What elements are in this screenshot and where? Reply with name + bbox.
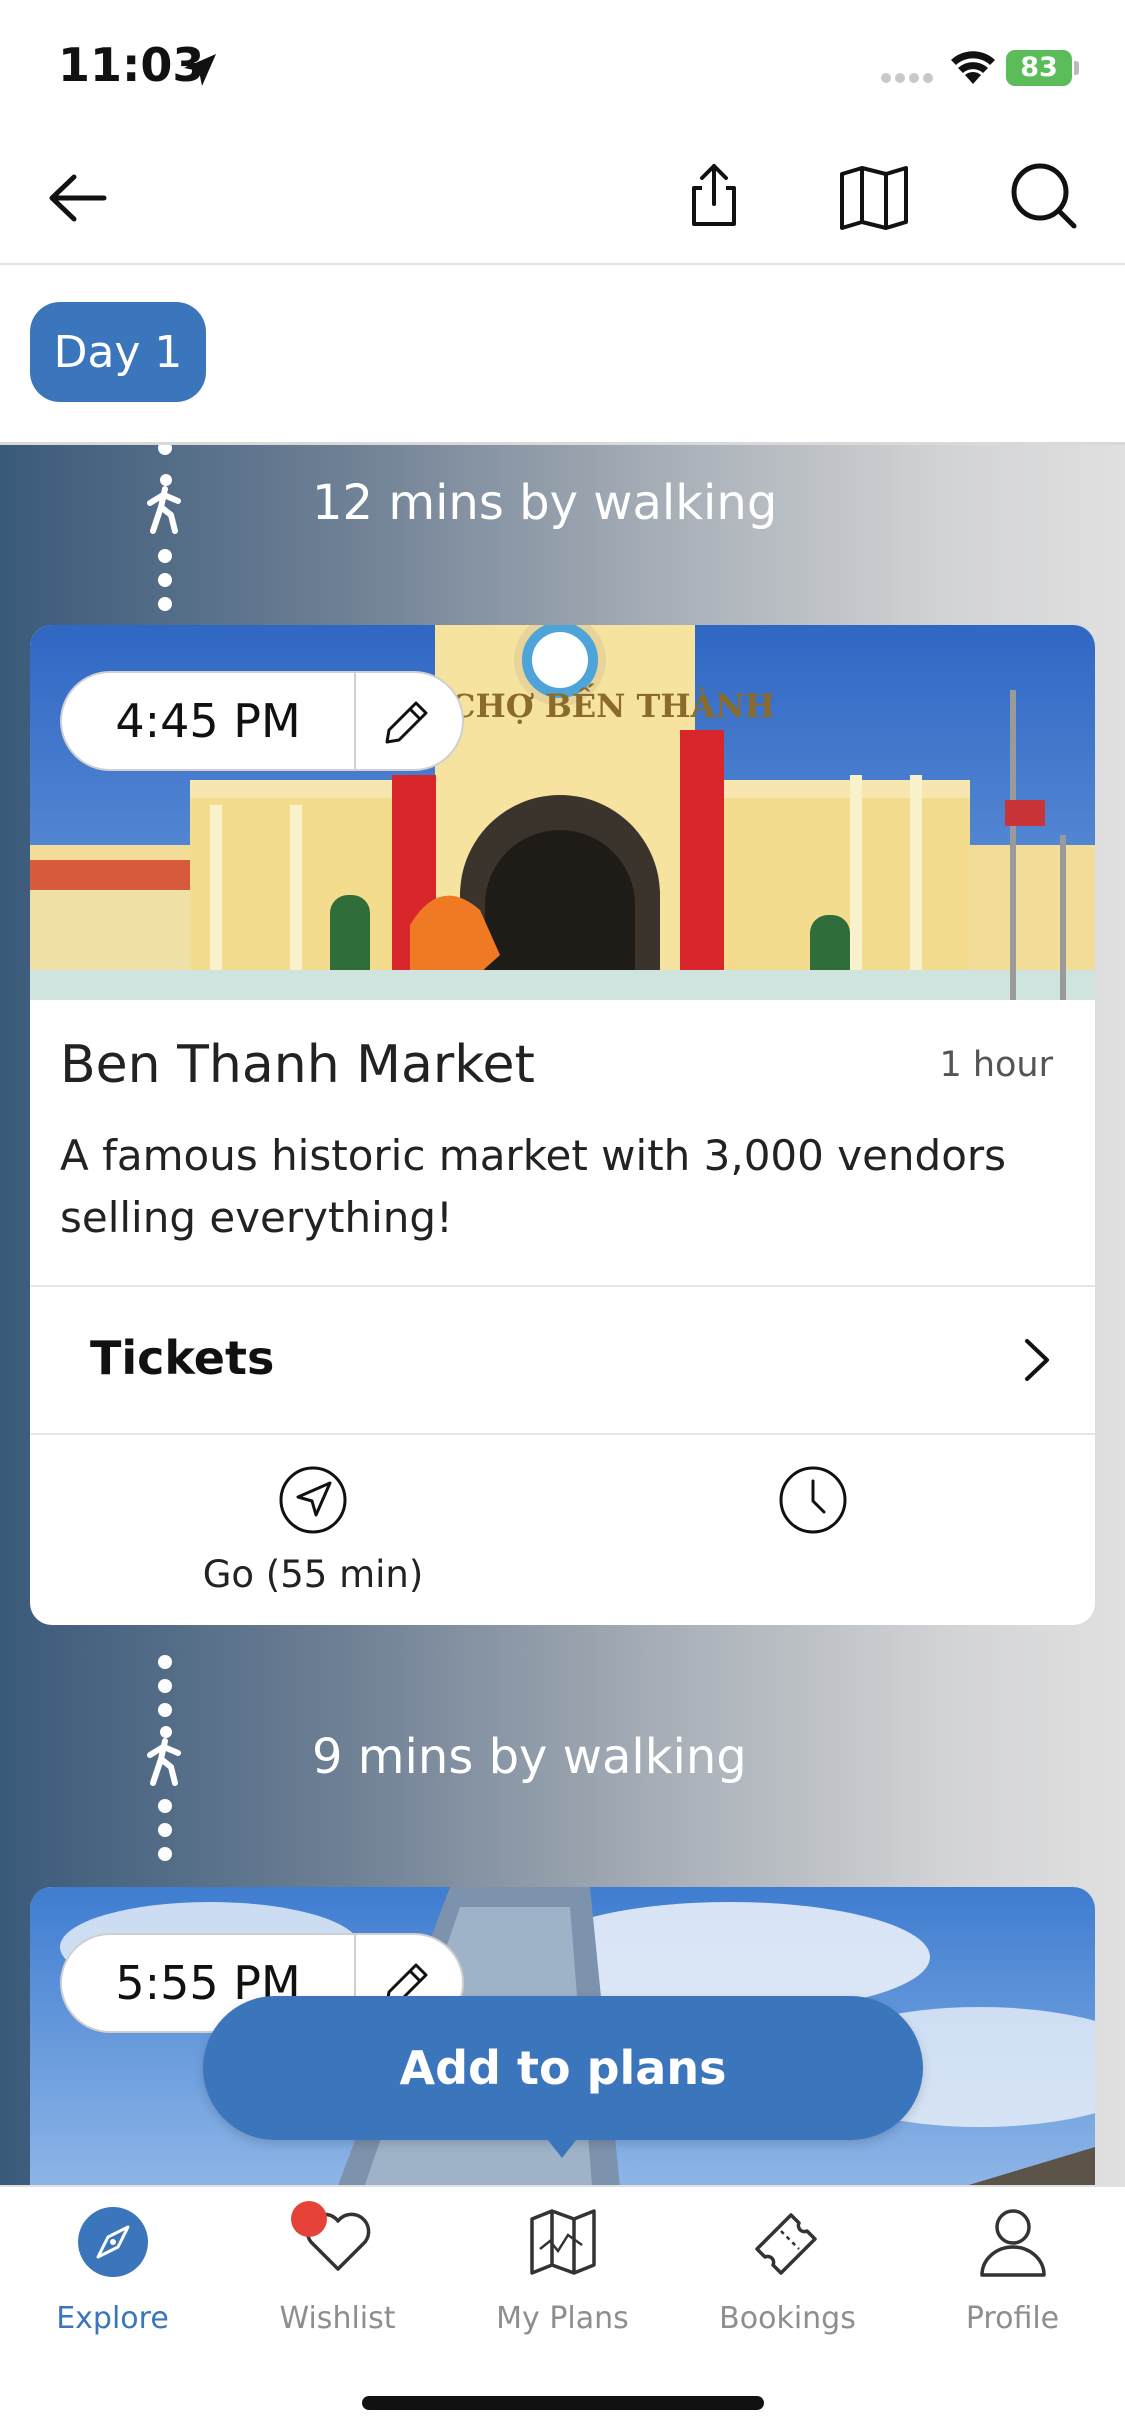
home-indicator [362,2396,764,2410]
location-arrow-icon [184,54,216,86]
pencil-icon[interactable] [382,697,432,747]
place-title[interactable]: Ben Thanh Market [60,1035,535,1095]
itinerary-card[interactable]: CHỢ BẾN THÀNH 4:45 PM Ben Thanh Market 1… [30,625,1095,1625]
svg-text:CHỢ BẾN THÀNH: CHỢ BẾN THÀNH [450,683,775,725]
itinerary-list[interactable]: 12 mins by walking CHỢ BẾN THÀNH 4:45 PM… [0,445,1125,2185]
tickets-label: Tickets [90,1331,275,1385]
go-button-label[interactable]: Go (55 min) [130,1553,496,1596]
compass-icon [78,2207,148,2277]
navigation-bar [0,130,1125,265]
button-pointer [540,2130,584,2158]
travel-segment: 12 mins by walking [0,445,1125,625]
search-icon[interactable] [1008,160,1080,232]
share-icon[interactable] [678,160,750,232]
time-pill[interactable]: 4:45 PM [60,671,464,771]
plans-map-icon [530,2209,596,2275]
place-description: A famous historic market with 3,000 vend… [60,1131,1007,1242]
travel-duration: 9 mins by walking [312,1729,747,1785]
tab-profile[interactable]: Profile [900,2205,1125,2345]
day-tab-1[interactable]: Day 1 [30,302,206,402]
status-bar: 11:03 83 [0,0,1125,130]
tab-label: Bookings [719,2301,856,2336]
tab-explore[interactable]: Explore [0,2205,225,2345]
tab-label: Profile [965,2301,1060,2336]
add-to-plans-button[interactable]: Add to plans [203,1996,923,2140]
travel-duration: 12 mins by walking [312,475,778,531]
visit-duration: 1 hour [939,1045,1053,1085]
clock-icon[interactable] [778,1465,848,1535]
notification-badge [291,2201,327,2237]
tab-wishlist[interactable]: Wishlist [225,2201,450,2345]
signal-icon [881,73,933,83]
start-time[interactable]: 4:45 PM [62,673,354,769]
card-actions: Go (55 min) [30,1435,1095,1625]
map-icon[interactable] [838,162,910,234]
walking-icon [147,474,181,534]
wifi-icon [951,51,995,84]
tab-bookings[interactable]: Bookings [675,2205,900,2345]
walking-icon [147,1726,181,1786]
tab-label: Explore [56,2301,169,2336]
ticket-icon [755,2213,817,2275]
tab-label: My Plans [496,2301,629,2336]
tab-label: Wishlist [279,2301,396,2336]
tab-bar: Explore Wishlist My Plans Bookings Profi… [0,2185,1125,2436]
tickets-row[interactable]: Tickets [30,1287,1095,1433]
tab-my-plans[interactable]: My Plans [450,2205,675,2345]
back-arrow-icon[interactable] [42,162,114,234]
navigate-icon[interactable] [278,1465,348,1535]
travel-segment: 9 mins by walking [0,1625,1125,1861]
person-icon [980,2209,1046,2277]
chevron-right-icon [1025,1339,1049,1381]
day-tabs: Day 1 [0,265,1125,445]
battery-indicator: 83 [1006,50,1079,86]
